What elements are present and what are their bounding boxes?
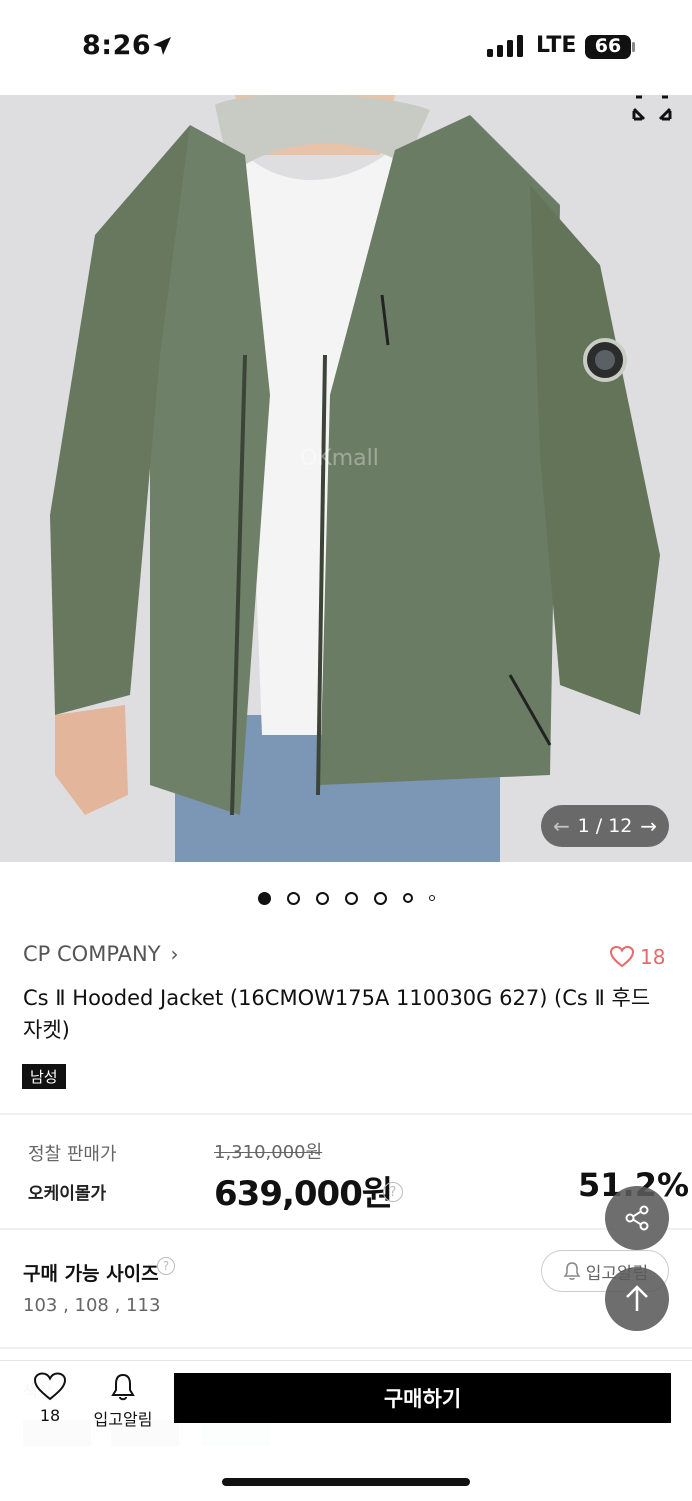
next-image-button[interactable]: → xyxy=(640,814,657,838)
bottom-restock-label: 입고알림 xyxy=(93,1410,153,1429)
price-help-icon[interactable]: ? xyxy=(383,1182,403,1202)
home-indicator xyxy=(222,1478,470,1486)
pager-total: 12 xyxy=(608,815,633,837)
battery-icon: 66 xyxy=(584,34,636,60)
list-price-label: 정찰 판매가 xyxy=(28,1144,117,1165)
heart-icon xyxy=(610,946,634,968)
scroll-top-button[interactable] xyxy=(605,1267,669,1331)
wishlist-button[interactable]: 18 xyxy=(610,945,665,969)
bottom-like-count: 18 xyxy=(39,1406,61,1425)
heart-outline-icon xyxy=(33,1372,67,1401)
sale-price: 639,000원 xyxy=(214,1174,393,1214)
signal-icon xyxy=(487,35,523,57)
expand-icon[interactable] xyxy=(632,95,672,125)
divider xyxy=(0,1347,692,1349)
jacket-photo: OKmall xyxy=(0,95,692,862)
buy-button[interactable]: 구매하기 xyxy=(174,1373,671,1423)
carousel-dot[interactable] xyxy=(428,895,435,901)
battery-level: 66 xyxy=(594,35,622,57)
product-title: Cs Ⅱ Hooded Jacket (16CMOW175A 110030G 6… xyxy=(23,986,651,1042)
carousel-dot[interactable] xyxy=(344,891,358,905)
pager-text: 1 / 12 xyxy=(578,815,633,837)
carousel-dot[interactable] xyxy=(373,891,387,905)
carousel-dot[interactable] xyxy=(402,893,413,903)
carousel-dot[interactable] xyxy=(286,891,300,905)
watermark-text: OKmall xyxy=(300,446,379,471)
size-help-icon[interactable]: ? xyxy=(157,1257,175,1275)
product-image[interactable]: OKmall xyxy=(0,95,692,862)
arrow-up-icon xyxy=(626,1285,648,1311)
brand-link[interactable]: CP COMPANY › xyxy=(23,942,179,966)
gender-tag: 남성 xyxy=(22,1064,66,1089)
available-sizes: 103 , 108 , 113 xyxy=(23,1295,161,1316)
bell-icon xyxy=(563,1262,581,1280)
sizes-title: 구매 가능 사이즈 xyxy=(23,1263,159,1285)
pager-separator: / xyxy=(595,815,603,837)
like-count: 18 xyxy=(640,945,666,969)
status-time: 8:26 xyxy=(82,30,152,61)
carousel-dot[interactable] xyxy=(257,891,271,905)
share-button[interactable] xyxy=(605,1186,669,1250)
bell-outline-icon xyxy=(111,1373,135,1401)
divider xyxy=(0,1113,692,1115)
pager-current: 1 xyxy=(577,815,590,837)
bottom-restock-button[interactable]: 입고알림 xyxy=(86,1372,160,1430)
divider xyxy=(0,1228,692,1230)
network-label: LTE xyxy=(536,33,577,58)
share-icon xyxy=(625,1205,649,1231)
sale-price-label: 오케이몰가 xyxy=(28,1184,107,1204)
location-arrow-icon xyxy=(153,37,171,55)
prev-image-button[interactable]: ← xyxy=(553,814,570,838)
list-price: 1,310,000원 xyxy=(214,1142,323,1163)
bottom-like-button[interactable]: 18 xyxy=(28,1372,72,1425)
brand-name: CP COMPANY xyxy=(23,942,161,966)
image-pager: ← 1 / 12 → xyxy=(541,805,669,847)
carousel-dot[interactable] xyxy=(315,891,329,905)
chevron-right-icon: › xyxy=(170,942,179,966)
carousel-dots xyxy=(0,888,692,908)
